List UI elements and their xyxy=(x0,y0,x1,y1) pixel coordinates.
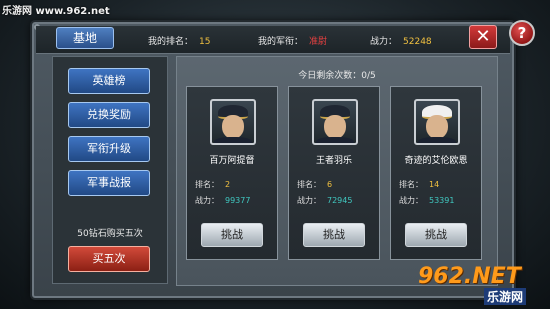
officer-face-icon xyxy=(426,115,448,139)
challenge-button[interactable]: 挑战 xyxy=(405,223,467,247)
site-logo: 962.NET 乐游网 xyxy=(418,264,546,306)
officer-uniform-icon xyxy=(316,137,354,143)
challenge-button[interactable]: 挑战 xyxy=(303,223,365,247)
my-title-value: 准尉 xyxy=(309,37,328,47)
hero-ranking-button[interactable]: 英雄榜 xyxy=(68,68,150,94)
my-rank: 我的排名： 15 xyxy=(148,34,210,47)
officer-uniform-icon xyxy=(214,137,252,143)
close-icon: ✕ xyxy=(475,26,491,47)
opponent-rank: 排名： 14 xyxy=(399,179,439,190)
my-power: 战力： 52248 xyxy=(370,34,432,47)
opponent-power: 战力： 53391 xyxy=(399,195,454,206)
battle-report-button[interactable]: 军事战报 xyxy=(68,170,150,196)
opponent-rank: 排名： 6 xyxy=(297,179,332,190)
my-title: 我的军衔： 准尉 xyxy=(258,34,327,47)
rank-value: 6 xyxy=(327,180,333,189)
my-rank-label: 我的排名： xyxy=(148,37,194,47)
officer-avatar xyxy=(210,99,256,145)
rank-label: 排名： xyxy=(195,180,219,189)
opponent-card: 王者羽乐 排名： 6 战力： 72945 挑战 xyxy=(288,86,380,260)
remaining-attempts: 今日剩余次数：0/5 xyxy=(298,71,376,81)
buy-note: 50钻石购买五次 xyxy=(77,229,143,239)
help-button[interactable]: ? xyxy=(509,20,535,46)
opponent-card: 奇迹的艾伦欧恩 排名： 14 战力： 53391 挑战 xyxy=(390,86,482,260)
officer-avatar xyxy=(414,99,460,145)
challenge-button[interactable]: 挑战 xyxy=(201,223,263,247)
opponent-name: 王者羽乐 xyxy=(315,156,352,166)
rank-label: 排名： xyxy=(297,180,321,189)
watermark-text: 乐游网 www.962.net xyxy=(2,6,110,17)
power-value: 72945 xyxy=(327,196,353,205)
power-value: 99377 xyxy=(225,196,251,205)
officer-avatar xyxy=(312,99,358,145)
rank-value: 2 xyxy=(225,180,231,189)
power-value: 53391 xyxy=(429,196,455,205)
officer-uniform-icon xyxy=(418,137,456,143)
rank-upgrade-button[interactable]: 军衔升级 xyxy=(68,136,150,162)
opponent-name: 奇迹的艾伦欧恩 xyxy=(404,156,468,166)
power-label: 战力： xyxy=(297,196,321,205)
logo-main-text: 962.NET xyxy=(418,264,521,289)
rank-value: 14 xyxy=(429,180,440,189)
question-icon: ? xyxy=(517,24,527,42)
power-label: 战力： xyxy=(399,196,423,205)
redeem-reward-button[interactable]: 兑换奖励 xyxy=(68,102,150,128)
opponent-power: 战力： 99377 xyxy=(195,195,250,206)
officer-face-icon xyxy=(222,115,244,139)
my-rank-value: 15 xyxy=(199,37,211,47)
close-button[interactable]: ✕ xyxy=(469,25,497,49)
officer-face-icon xyxy=(324,115,346,139)
rank-label: 排名： xyxy=(399,180,423,189)
tab-base[interactable]: 基地 xyxy=(56,27,114,49)
my-power-label: 战力： xyxy=(370,37,398,47)
opponent-name: 百万阿提督 xyxy=(209,156,255,166)
buy-five-button[interactable]: 买五次 xyxy=(68,246,150,272)
opponent-card: 百万阿提督 排名： 2 战力： 99377 挑战 xyxy=(186,86,278,260)
my-title-label: 我的军衔： xyxy=(258,37,304,47)
opponent-rank: 排名： 2 xyxy=(195,179,230,190)
logo-sub-text: 乐游网 xyxy=(484,288,527,305)
power-label: 战力： xyxy=(195,196,219,205)
opponent-power: 战力： 72945 xyxy=(297,195,352,206)
my-power-value: 52248 xyxy=(403,37,432,47)
